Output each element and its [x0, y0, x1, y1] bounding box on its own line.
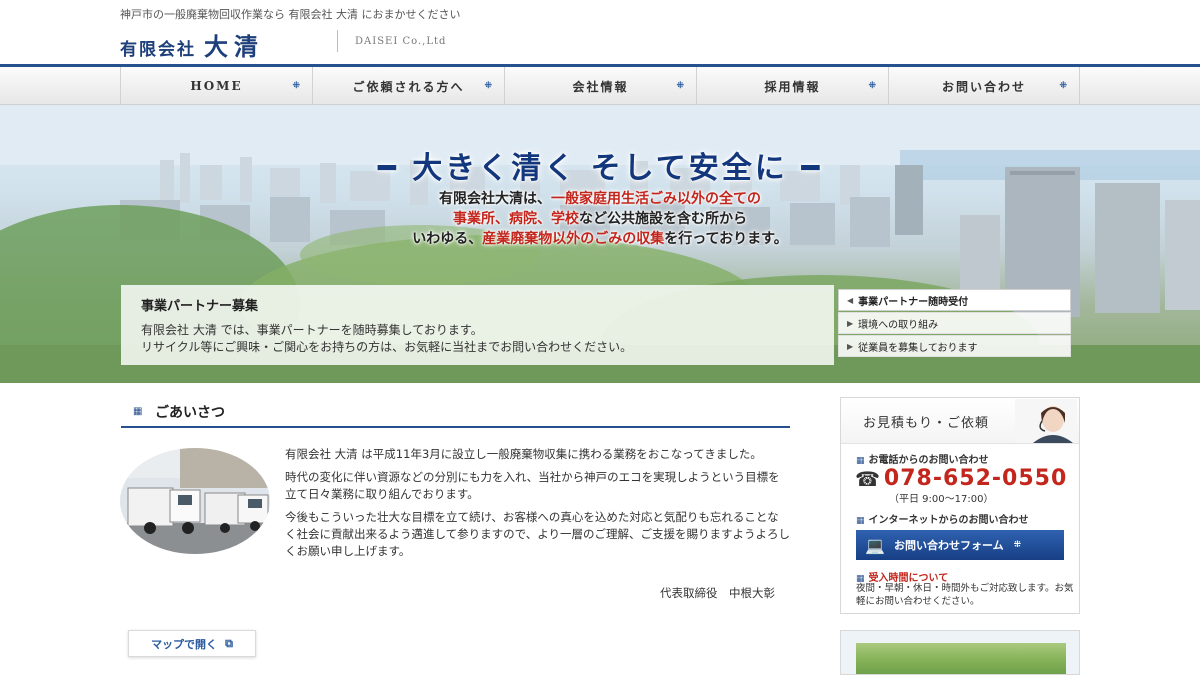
nav-item-home[interactable]: HOME ⁜	[120, 67, 312, 105]
nav-item-company[interactable]: 会社情報 ⁜	[504, 67, 696, 105]
garbage-truck-photo	[120, 448, 270, 554]
logo-english-name: DAISEI Co.,Ltd	[355, 36, 447, 47]
nav-item-recruit[interactable]: 採用情報 ⁜	[696, 67, 888, 105]
greeting-paragraph: 今後もこういった壮大な目標を立て続け、お客様への真心を込めた対応と気配りも忘れる…	[285, 510, 790, 558]
nav-arrow-icon: ⁜	[1059, 81, 1069, 91]
logo-prefix: 有限会社	[120, 40, 196, 60]
greeting-paragraph: 有限会社 大清 は平成11年3月に設立し一般廃棄物収集に携わる業務をおこなってき…	[285, 447, 762, 461]
greeting-paragraph: 時代の変化に伴い資源などの分別にも力を入れ、当社から神戸のエコを実現しようという…	[285, 470, 780, 501]
phone-heading: ▦ お電話からのお問い合わせ	[856, 455, 989, 466]
nav-label: HOME	[190, 79, 243, 93]
partner-recruitment-box: 事業パートナー募集 有限会社 大清 では、事業パートナーを随時募集しております。…	[121, 285, 834, 365]
greeting-body: 有限会社 大清 は平成11年3月に設立し一般廃棄物収集に携わる業務をおこなってき…	[285, 446, 790, 566]
partner-text: リサイクル等にご興味・ご関心をお持ちの方は、お気軽に当社までお問い合わせください…	[141, 340, 633, 354]
sidebar-banner[interactable]	[840, 630, 1080, 675]
nav-label: ご依頼される方へ	[352, 79, 465, 94]
nav-arrow-icon: ⁜	[676, 81, 686, 91]
open-map-button[interactable]: マップで開く ⧉	[128, 630, 256, 657]
hero-description: 有限会社大清は、一般家庭用生活ごみ以外の全ての 事業所、病院、学校など公共施設を…	[412, 191, 788, 247]
grid-icon: ▦	[856, 516, 865, 526]
hero-link-employees[interactable]: ▶ 従業員を募集しております	[838, 335, 1071, 357]
caret-right-icon: ▶	[847, 341, 854, 351]
grid-icon: ▦	[133, 406, 143, 417]
greeting-title: ごあいさつ	[155, 405, 225, 421]
caret-left-icon: ◀	[847, 295, 854, 305]
site-logo[interactable]: 有限会社 大清	[120, 27, 264, 62]
nature-banner-image	[856, 643, 1066, 674]
nav-arrow-icon: ⁜	[292, 81, 302, 91]
phone-number[interactable]: ☎ 078-652-0550	[855, 466, 1067, 491]
estimate-sidebar: お見積もり・ご依頼 ▦ お電話からのお問い合わせ ☎ 078-652-0550 （…	[840, 397, 1080, 614]
arrow-icon: ⁜	[1013, 540, 1022, 550]
nav-label: お問い合わせ	[941, 79, 1026, 94]
hero-link-partner[interactable]: ◀ 事業パートナー随時受付	[838, 289, 1071, 311]
global-nav: HOME ⁜ ご依頼される方へ ⁜ 会社情報 ⁜ 採用情報 ⁜ お問い合わせ ⁜	[0, 64, 1200, 105]
sidebar-header: お見積もり・ご依頼	[841, 398, 1079, 444]
hero-link-list: ◀ 事業パートナー随時受付 ▶ 環境への取り組み ▶ 従業員を募集しております	[838, 289, 1071, 358]
greeting-heading: ▦ ごあいさつ	[121, 400, 790, 428]
partner-title: 事業パートナー募集	[141, 299, 259, 314]
nav-arrow-icon: ⁜	[868, 81, 878, 91]
ceo-signature: 代表取締役 中根大彰	[660, 586, 775, 600]
hero-title: ━ 大きく清く そして安全に ━	[377, 151, 823, 186]
internet-heading: ▦ インターネットからのお問い合わせ	[856, 515, 1029, 526]
reception-text: 夜間・早朝・休日・時間外もご対応致します。お気軽にお問い合わせください。	[856, 583, 1074, 607]
nav-label: 採用情報	[764, 79, 821, 94]
nav-arrow-icon: ⁜	[484, 81, 494, 91]
laptop-icon: 💻	[865, 535, 885, 555]
caret-right-icon: ▶	[847, 318, 854, 328]
telephone-icon: ☎	[855, 466, 880, 491]
sidebar-title: お見積もり・ご依頼	[863, 416, 990, 431]
contact-form-button[interactable]: 💻 お問い合わせフォーム ⁜	[856, 530, 1064, 560]
grid-icon: ▦	[856, 456, 865, 466]
nav-label: 会社情報	[572, 79, 629, 94]
site-header: 神戸市の一般廃棄物回収作業なら 有限会社 大清 におまかせください 有限会社 大…	[0, 0, 1200, 64]
business-hours: （平日 9:00～17:00）	[889, 494, 994, 505]
nav-item-request[interactable]: ご依頼される方へ ⁜	[312, 67, 504, 105]
logo-name: 大清	[204, 32, 264, 61]
partner-text: 有限会社 大清 では、事業パートナーを随時募集しております。	[141, 323, 483, 337]
operator-photo	[1015, 399, 1077, 443]
nav-item-contact[interactable]: お問い合わせ ⁜	[888, 67, 1080, 105]
site-tagline: 神戸市の一般廃棄物回収作業なら 有限会社 大清 におまかせください	[120, 8, 461, 21]
external-link-icon: ⧉	[225, 636, 233, 650]
logo-divider	[337, 30, 338, 52]
hero-link-environment[interactable]: ▶ 環境への取り組み	[838, 312, 1071, 334]
